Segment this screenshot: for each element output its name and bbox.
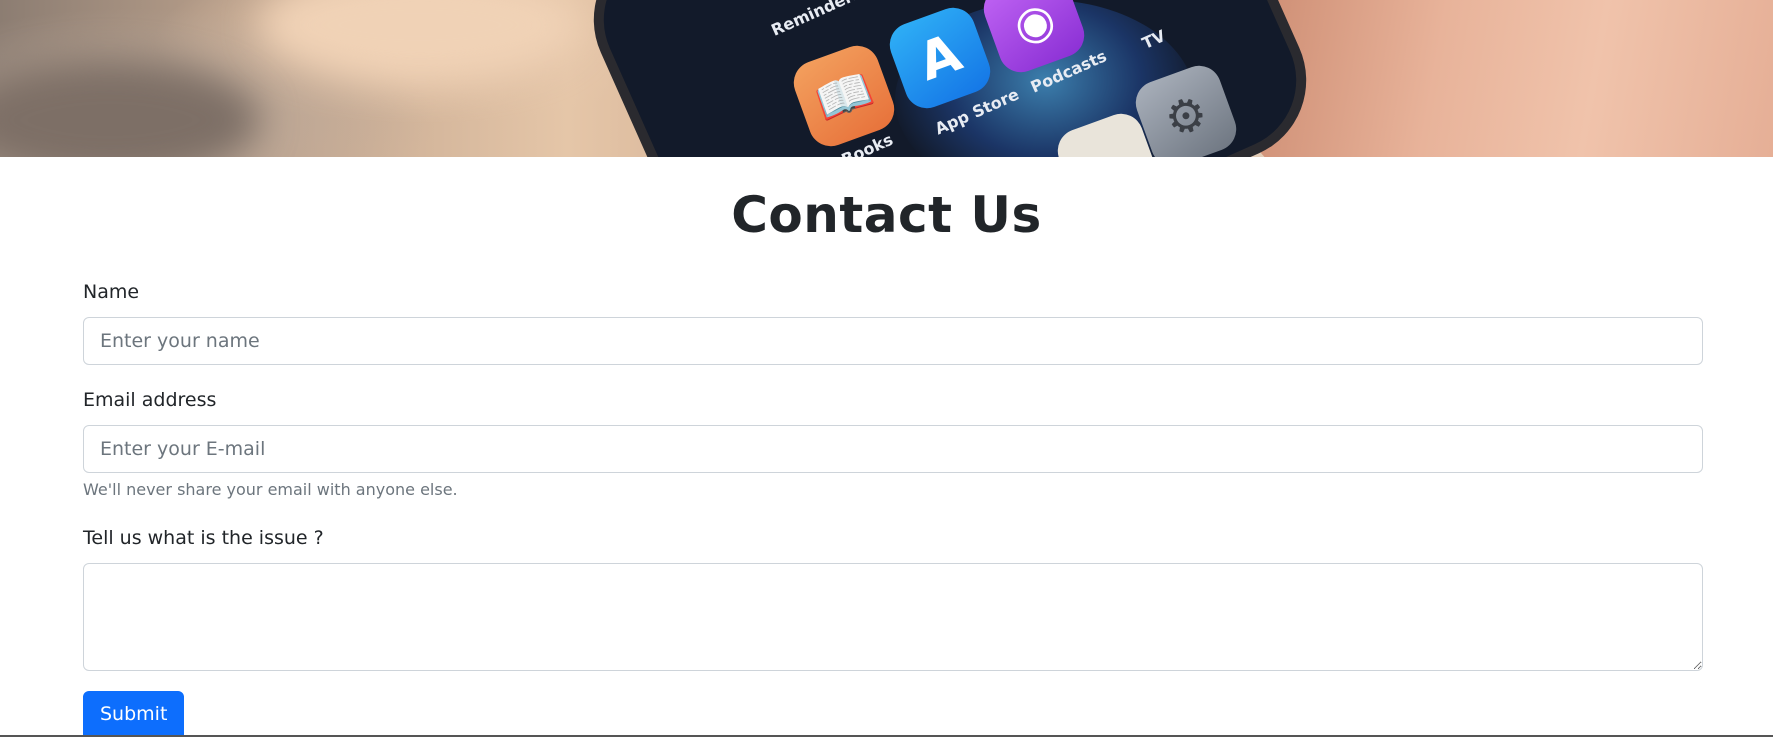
submit-button[interactable]: Submit — [83, 691, 185, 737]
background-blur — [0, 60, 260, 157]
hero-banner-image: 📖 A ◉ ⚙ Reminders App Store Podcasts TV … — [0, 0, 1773, 157]
page-title: Contact Us — [731, 186, 1042, 244]
email-label: Email address — [83, 389, 217, 411]
issue-label: Tell us what is the issue ? — [83, 527, 324, 549]
name-input[interactable] — [83, 317, 1703, 365]
name-label: Name — [83, 281, 140, 303]
hand-image — [1230, 0, 1773, 157]
background-blur — [260, 0, 580, 80]
issue-textarea[interactable] — [83, 563, 1703, 671]
email-input[interactable] — [83, 425, 1703, 473]
email-help-text: We'll never share your email with anyone… — [83, 480, 458, 499]
